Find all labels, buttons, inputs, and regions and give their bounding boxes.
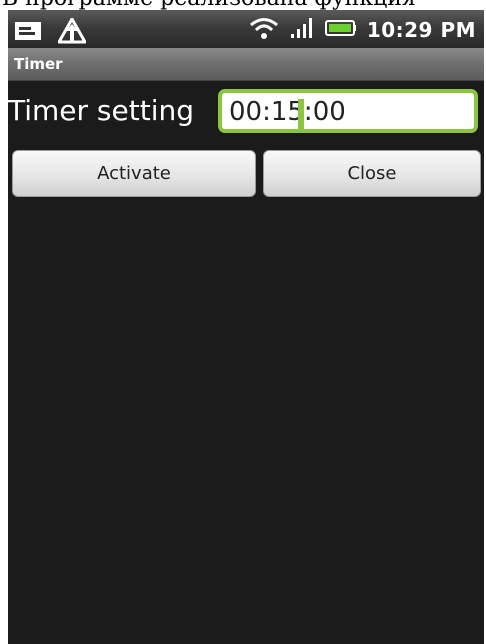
activate-button[interactable]: Activate: [12, 150, 256, 197]
title-bar: Timer: [8, 48, 484, 81]
status-clock: 10:29 PM: [366, 18, 476, 42]
notification-icon: [14, 20, 44, 46]
battery-icon: [324, 17, 357, 43]
status-bar: 10:29 PM: [8, 10, 484, 48]
signal-icon: [289, 16, 315, 44]
status-left-icons: [14, 15, 88, 48]
timer-input-value: 00:15:00: [229, 97, 346, 127]
phone-screen: 10:29 PM Timer Timer setting 00:15:00 Ac…: [8, 10, 484, 644]
wifi-icon: [249, 16, 279, 44]
text-cursor: [298, 99, 304, 129]
close-button[interactable]: Close: [263, 150, 481, 197]
timer-input[interactable]: 00:15:00: [218, 89, 478, 133]
window-title: Timer: [14, 55, 63, 73]
timer-setting-label: Timer setting: [8, 94, 195, 127]
document-caption: В программе реализована функция: [2, 0, 416, 10]
upload-icon: [56, 15, 88, 48]
status-right: 10:29 PM: [249, 16, 476, 44]
